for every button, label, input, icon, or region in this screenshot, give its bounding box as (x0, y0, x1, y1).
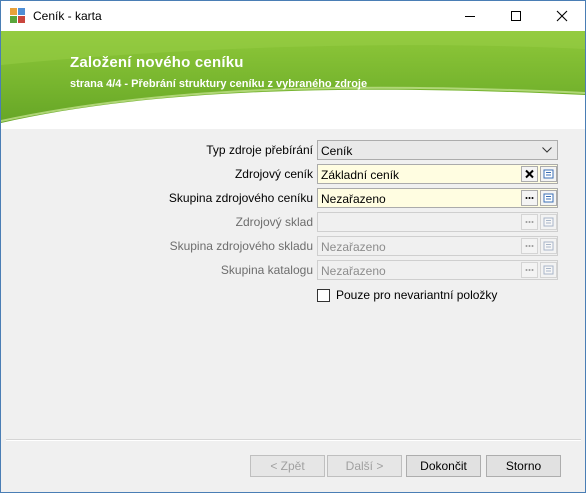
browse-button[interactable] (521, 214, 538, 230)
close-icon (556, 10, 568, 22)
chevron-down-icon (542, 147, 552, 153)
cancel-button[interactable]: Storno (486, 455, 561, 477)
row-catalog-group: Skupina katalogu Nezařazeno (6, 260, 581, 280)
clear-button[interactable] (521, 166, 538, 182)
source-pricelist-label: Zdrojový ceník (234, 167, 313, 181)
card-icon (543, 169, 554, 179)
source-pricelist-group-label: Skupina zdrojového ceníku (168, 191, 313, 205)
source-pricelist-group-value: Nezařazeno (321, 192, 386, 206)
finish-button[interactable]: Dokončit (406, 455, 481, 477)
ellipsis-icon (525, 269, 534, 271)
form-panel: Typ zdroje přebírání Ceník Zdrojový cení… (6, 129, 581, 439)
browse-button[interactable] (521, 262, 538, 278)
ellipsis-icon (525, 245, 534, 247)
open-card-button[interactable] (540, 166, 557, 182)
card-icon (543, 241, 554, 251)
banner-subtitle: strana 4/4 - Přebrání struktury ceníku z… (70, 78, 368, 90)
source-type-select[interactable]: Ceník (317, 140, 558, 160)
row-source-warehouse-group: Skupina zdrojového skladu Nezařazeno (6, 236, 581, 256)
open-card-button[interactable] (540, 262, 557, 278)
non-variant-only-label[interactable]: Pouze pro nevariantní položky (336, 288, 497, 302)
open-card-button[interactable] (540, 238, 557, 254)
minimize-icon (465, 16, 475, 17)
dialog-window: Ceník - karta Založení nového ceníku str… (0, 0, 586, 493)
row-source-type: Typ zdroje přebírání Ceník (6, 140, 581, 160)
ellipsis-icon (525, 197, 534, 199)
source-warehouse-field[interactable] (317, 212, 558, 232)
catalog-group-field[interactable]: Nezařazeno (317, 260, 558, 280)
card-icon (543, 265, 554, 275)
catalog-group-value: Nezařazeno (321, 264, 386, 278)
row-source-pricelist: Zdrojový ceník Základní ceník (6, 164, 581, 184)
browse-button[interactable] (521, 190, 538, 206)
next-button[interactable]: Další > (327, 455, 402, 477)
banner-title: Založení nového ceníku (70, 54, 244, 71)
ellipsis-icon (525, 221, 534, 223)
wizard-banner: Založení nového ceníku strana 4/4 - Přeb… (1, 31, 585, 129)
source-type-label: Typ zdroje přebírání (206, 143, 313, 157)
title-bar[interactable]: Ceník - karta (1, 1, 585, 31)
footer-divider (6, 439, 581, 441)
catalog-group-label: Skupina katalogu (220, 263, 313, 277)
minimize-button[interactable] (447, 1, 493, 31)
clear-x-icon (525, 169, 534, 179)
browse-button[interactable] (521, 238, 538, 254)
source-warehouse-group-field[interactable]: Nezařazeno (317, 236, 558, 256)
maximize-icon (511, 11, 521, 21)
card-icon (543, 193, 554, 203)
open-card-button[interactable] (540, 190, 557, 206)
source-pricelist-field[interactable]: Základní ceník (317, 164, 558, 184)
maximize-button[interactable] (493, 1, 539, 31)
open-card-button[interactable] (540, 214, 557, 230)
window-title: Ceník - karta (33, 9, 102, 23)
row-source-warehouse: Zdrojový sklad (6, 212, 581, 232)
source-type-value: Ceník (321, 144, 353, 158)
source-pricelist-value: Základní ceník (321, 168, 400, 182)
source-pricelist-group-field[interactable]: Nezařazeno (317, 188, 558, 208)
close-button[interactable] (539, 1, 585, 31)
back-button[interactable]: < Zpět (250, 455, 325, 477)
source-warehouse-label: Zdrojový sklad (235, 215, 313, 229)
row-source-pricelist-group: Skupina zdrojového ceníku Nezařazeno (6, 188, 581, 208)
source-warehouse-group-value: Nezařazeno (321, 240, 386, 254)
app-icon (10, 8, 26, 24)
card-icon (543, 217, 554, 227)
source-warehouse-group-label: Skupina zdrojového skladu (169, 239, 313, 253)
non-variant-only-checkbox-row[interactable]: Pouze pro nevariantní položky (317, 288, 577, 304)
non-variant-only-checkbox[interactable] (317, 289, 330, 302)
